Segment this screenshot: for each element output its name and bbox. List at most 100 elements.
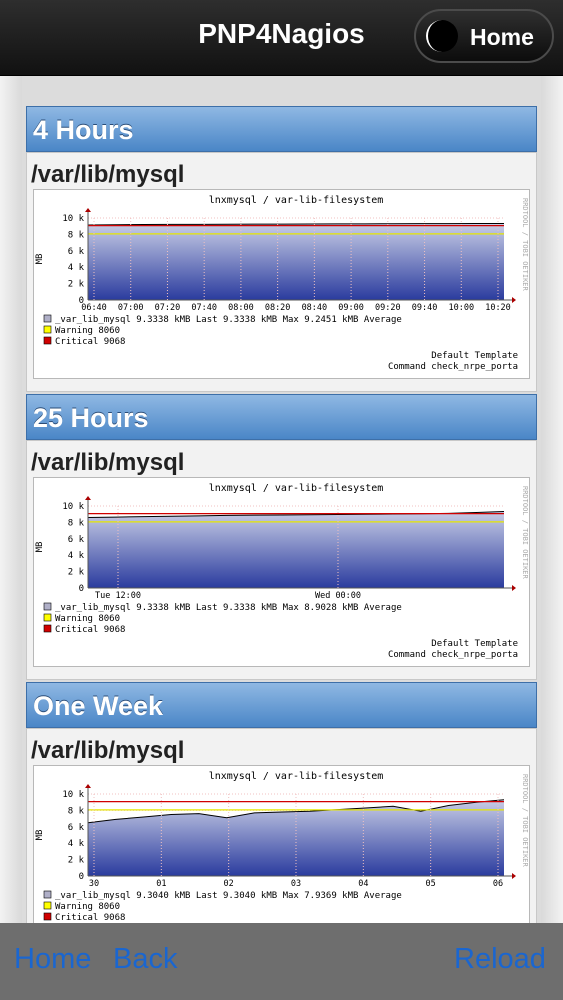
reload-link[interactable]: Reload bbox=[454, 943, 546, 976]
section-body: /var/lib/mysql lnxmysql / var-lib-filesy… bbox=[26, 440, 537, 680]
y-tick-label: 2 k bbox=[68, 280, 85, 290]
y-tick-label: 6 k bbox=[68, 247, 85, 257]
graph-one-week[interactable]: lnxmysql / var-lib-filesystem MB RRDTOOL /… bbox=[33, 765, 530, 923]
rrdtool-credit-label: RRDTOOL / TOBI OETIKER bbox=[521, 774, 529, 868]
y-tick-label: 10 k bbox=[62, 214, 84, 224]
left-gutter bbox=[0, 76, 22, 923]
legend-entry: Critical 9068 bbox=[55, 913, 125, 923]
x-tick-label: 09:00 bbox=[338, 303, 364, 313]
y-tick-label: 10 k bbox=[62, 502, 84, 512]
y-axis-arrow bbox=[85, 784, 91, 788]
legend-entry: Warning 8060 bbox=[55, 902, 120, 912]
service-subtitle: /var/lib/mysql bbox=[31, 737, 185, 764]
legend-swatch bbox=[43, 901, 52, 910]
data-area bbox=[88, 511, 504, 588]
legend-swatch bbox=[43, 602, 52, 611]
x-tick-label: 30 bbox=[89, 879, 99, 889]
legend-swatch bbox=[43, 624, 52, 633]
legend-entry: _var_lib_mysql 9.3040 kMB Last 9.3040 kM… bbox=[55, 891, 402, 901]
y-tick-label: 4 k bbox=[68, 263, 85, 273]
home-button[interactable]: Home bbox=[414, 9, 554, 63]
x-tick-label: 08:20 bbox=[265, 303, 291, 313]
service-subtitle: /var/lib/mysql bbox=[31, 449, 185, 476]
x-tick-label: 07:00 bbox=[118, 303, 144, 313]
content-scroll-area[interactable]: 4 Hours /var/lib/mysql lnxmysql / var-li… bbox=[0, 76, 563, 923]
x-tick-label: 07:40 bbox=[191, 303, 217, 313]
y-tick-label: 0 bbox=[79, 872, 84, 882]
section-one-week: One Week /var/lib/mysql lnxmysql / var-l… bbox=[26, 682, 537, 923]
x-tick-label: 02 bbox=[224, 879, 234, 889]
x-tick-label: 06:40 bbox=[81, 303, 107, 313]
section-4-hours: 4 Hours /var/lib/mysql lnxmysql / var-li… bbox=[26, 106, 537, 392]
x-tick-label: Wed 00:00 bbox=[315, 591, 361, 601]
section-heading: 25 Hours bbox=[26, 394, 537, 440]
rrd-graph-svg: lnxmysql / var-lib-filesystem MB RRDTOOL /… bbox=[35, 771, 529, 923]
x-tick-label: 04 bbox=[358, 879, 368, 889]
y-tick-label: 8 k bbox=[68, 518, 85, 528]
command-label: Command check_nrpe_porta bbox=[388, 362, 518, 372]
graph-4-hours[interactable]: lnxmysql / var-lib-filesystem MB RRDTOOL /… bbox=[33, 189, 530, 379]
legend-entry: _var_lib_mysql 9.3338 kMB Last 9.3338 kM… bbox=[55, 603, 402, 613]
back-link[interactable]: Back bbox=[113, 943, 177, 976]
section-body: /var/lib/mysql lnxmysql / var-lib-filesy… bbox=[26, 152, 537, 392]
legend-entry: Critical 9068 bbox=[55, 625, 125, 635]
top-navigation-bar: PNP4Nagios Home bbox=[0, 0, 563, 76]
legend-swatch bbox=[43, 314, 52, 323]
x-axis-arrow bbox=[512, 873, 516, 879]
x-tick-label: 01 bbox=[156, 879, 166, 889]
x-axis-arrow bbox=[512, 297, 516, 303]
command-label: Command check_nrpe_porta bbox=[388, 650, 518, 660]
x-tick-label: 08:00 bbox=[228, 303, 254, 313]
data-area bbox=[88, 223, 504, 300]
x-tick-label: 07:20 bbox=[155, 303, 181, 313]
legend-entry: Warning 8060 bbox=[55, 614, 120, 624]
x-tick-label: 05 bbox=[426, 879, 436, 889]
bottom-toolbar: Home Back Reload bbox=[0, 923, 563, 1000]
y-axis-arrow bbox=[85, 208, 91, 212]
legend-entry: Warning 8060 bbox=[55, 326, 120, 336]
y-tick-label: 8 k bbox=[68, 806, 85, 816]
graph-title: lnxmysql / var-lib-filesystem bbox=[209, 483, 384, 494]
section-25-hours: 25 Hours /var/lib/mysql lnxmysql / var-l… bbox=[26, 394, 537, 680]
rrd-graph-svg: lnxmysql / var-lib-filesystem MB RRDTOOL /… bbox=[35, 483, 529, 660]
graph-title: lnxmysql / var-lib-filesystem bbox=[209, 771, 384, 782]
template-label: Default Template bbox=[431, 351, 518, 361]
legend-swatch bbox=[43, 325, 52, 334]
rrd-graph-svg: lnxmysql / var-lib-filesystem MB RRDTOOL /… bbox=[35, 195, 529, 372]
graph-title: lnxmysql / var-lib-filesystem bbox=[209, 195, 384, 206]
y-axis-label: MB bbox=[35, 254, 45, 265]
graph-25-hours[interactable]: lnxmysql / var-lib-filesystem MB RRDTOOL /… bbox=[33, 477, 530, 667]
legend-entry: _var_lib_mysql 9.3338 kMB Last 9.3338 kM… bbox=[55, 315, 402, 325]
y-axis-arrow bbox=[85, 496, 91, 500]
template-label: Default Template bbox=[431, 639, 518, 649]
legend-swatch bbox=[43, 890, 52, 899]
legend-swatch bbox=[43, 912, 52, 921]
legend-entry: Critical 9068 bbox=[55, 337, 125, 347]
section-heading: 4 Hours bbox=[26, 106, 537, 152]
x-tick-label: 10:20 bbox=[485, 303, 511, 313]
rrdtool-credit-label: RRDTOOL / TOBI OETIKER bbox=[521, 198, 529, 292]
x-tick-label: 03 bbox=[291, 879, 301, 889]
y-tick-label: 10 k bbox=[62, 790, 84, 800]
x-tick-label: 09:20 bbox=[375, 303, 401, 313]
home-link[interactable]: Home bbox=[14, 943, 91, 976]
x-tick-label: 06 bbox=[493, 879, 503, 889]
y-tick-label: 8 k bbox=[68, 230, 85, 240]
legend-swatch bbox=[43, 336, 52, 345]
home-circle-icon bbox=[426, 20, 458, 52]
rrdtool-credit-label: RRDTOOL / TOBI OETIKER bbox=[521, 486, 529, 580]
x-tick-label: 09:40 bbox=[412, 303, 438, 313]
x-tick-label: Tue 12:00 bbox=[95, 591, 141, 601]
legend-swatch bbox=[43, 613, 52, 622]
x-axis-arrow bbox=[512, 585, 516, 591]
section-body: /var/lib/mysql lnxmysql / var-lib-filesy… bbox=[26, 728, 537, 923]
section-heading: One Week bbox=[26, 682, 537, 728]
y-axis-label: MB bbox=[35, 830, 45, 841]
home-button-label: Home bbox=[470, 24, 534, 50]
y-tick-label: 2 k bbox=[68, 856, 85, 866]
x-tick-label: 08:40 bbox=[302, 303, 328, 313]
x-tick-label: 10:00 bbox=[448, 303, 474, 313]
y-tick-label: 2 k bbox=[68, 568, 85, 578]
y-tick-label: 6 k bbox=[68, 823, 85, 833]
y-axis-label: MB bbox=[35, 542, 45, 553]
